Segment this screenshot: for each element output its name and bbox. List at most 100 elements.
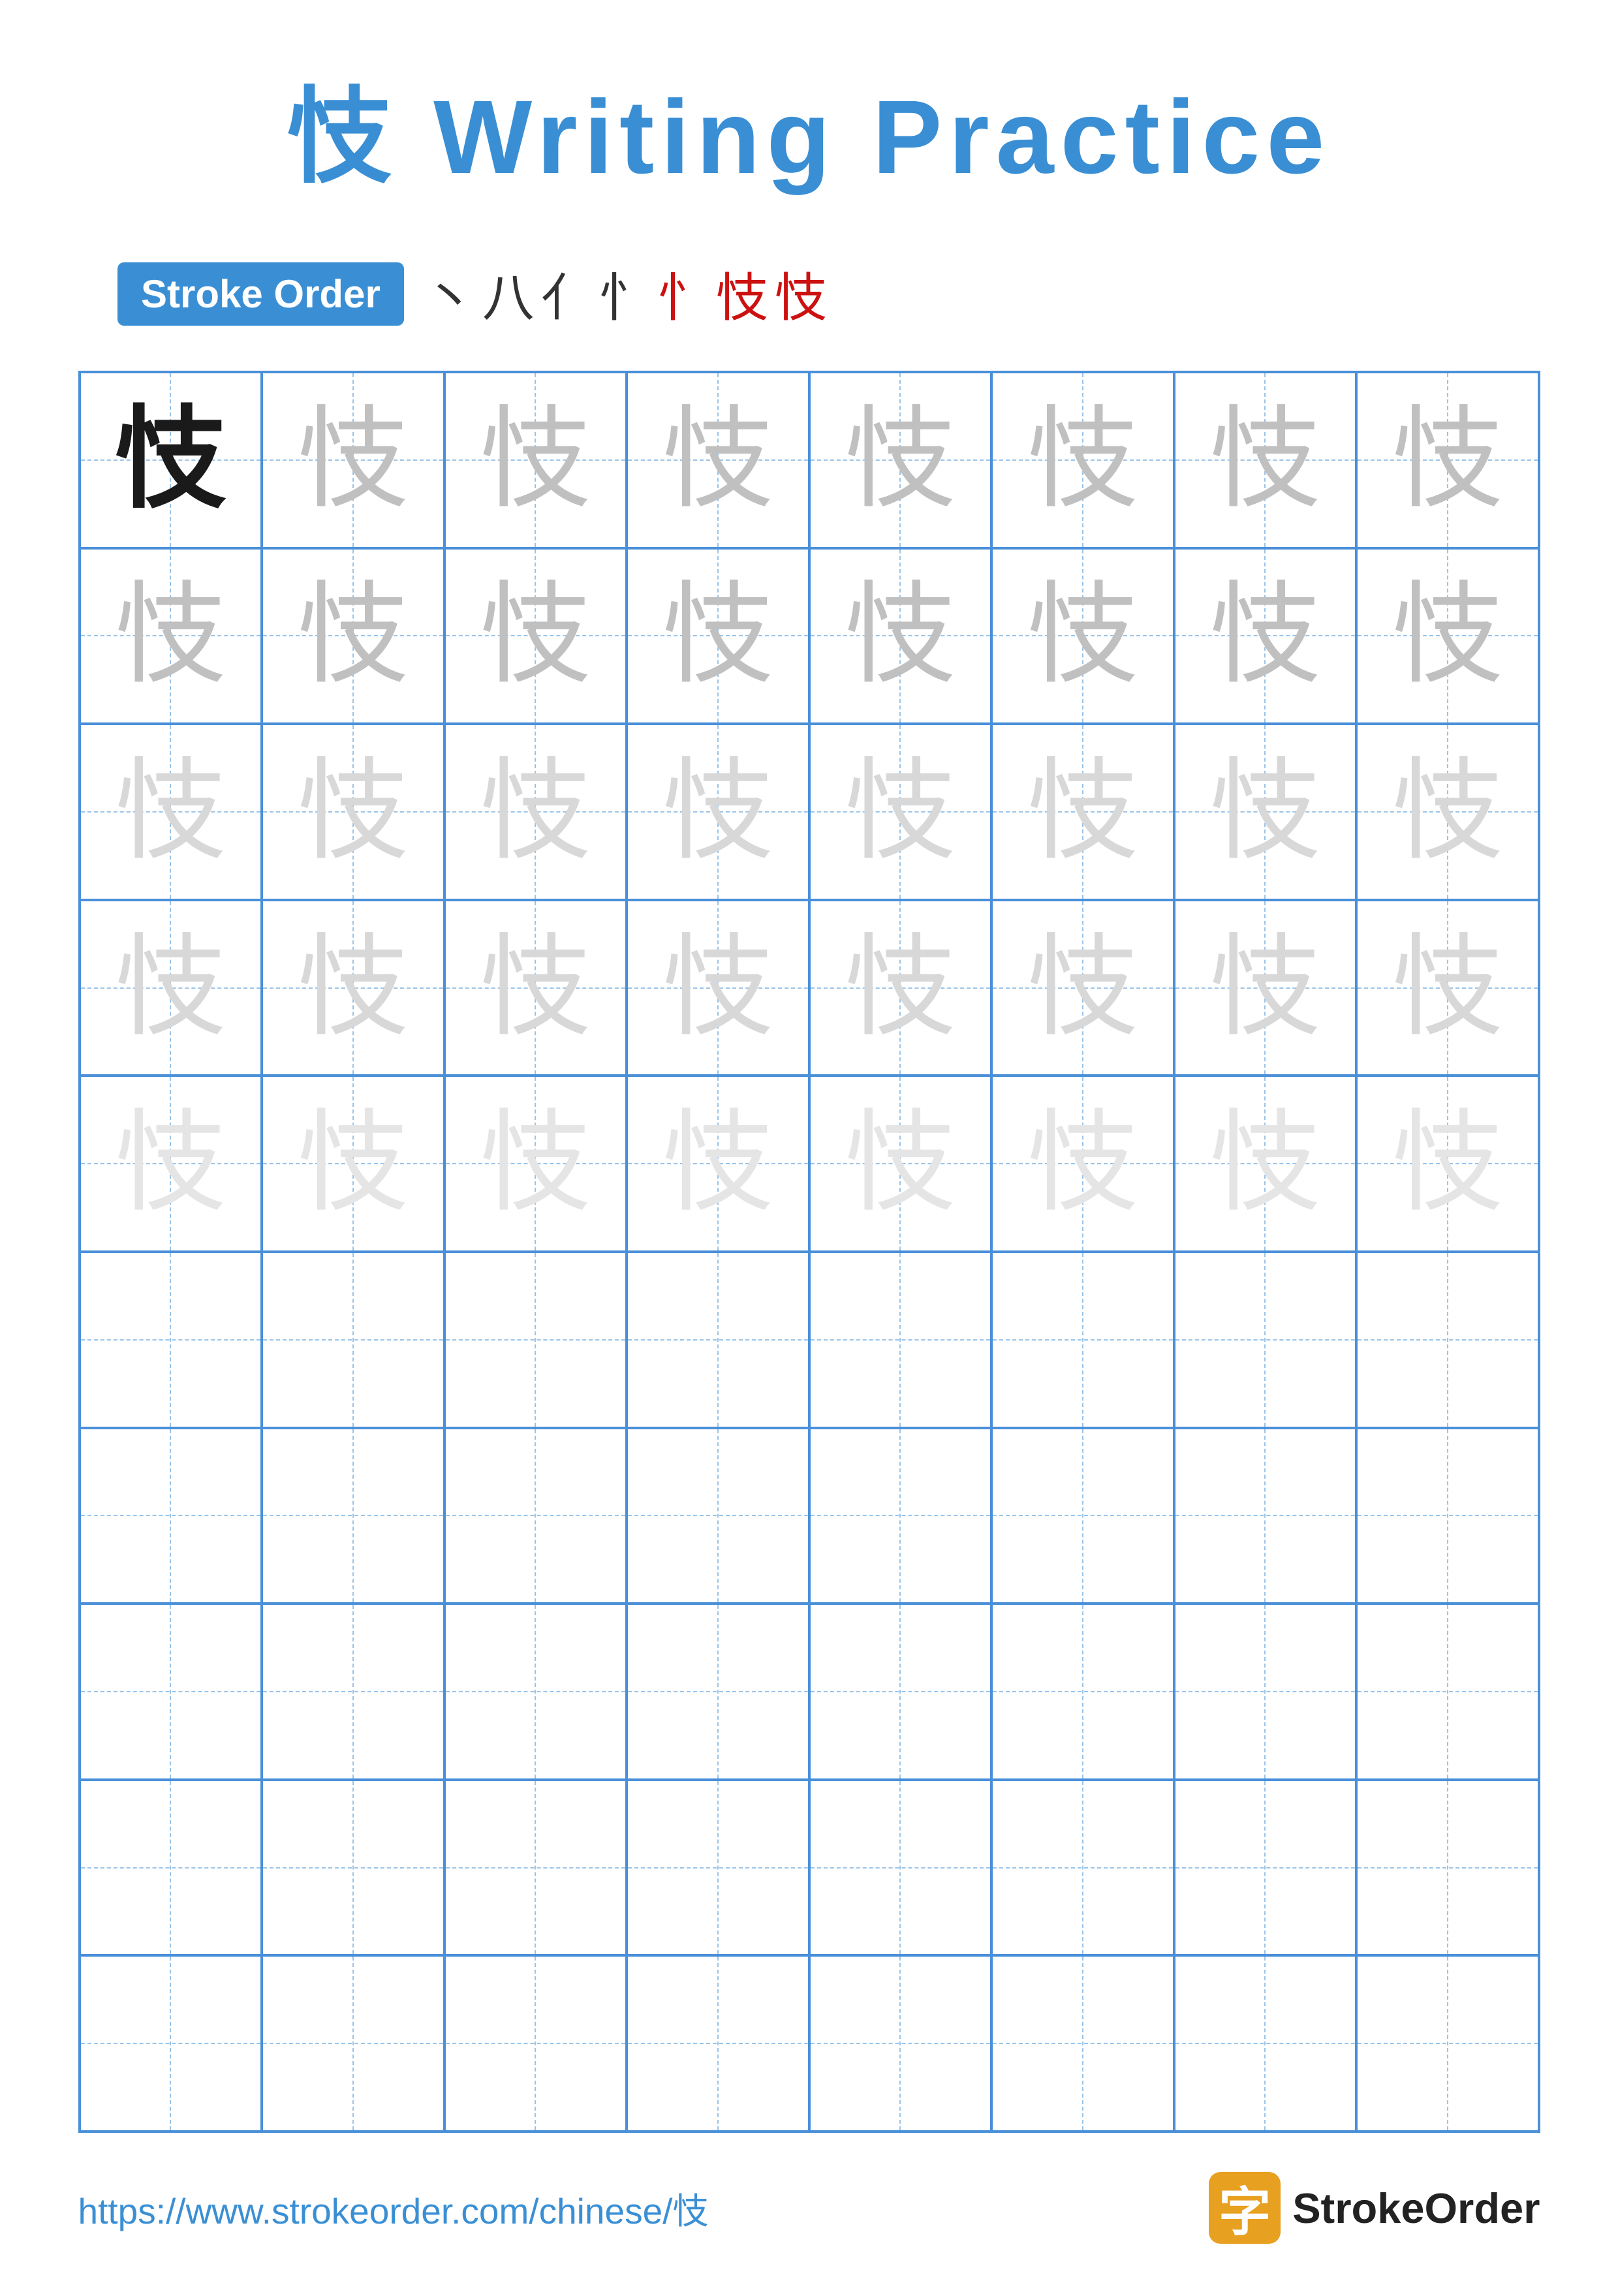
cell-character: 忮 [298, 933, 409, 1044]
cell-character: 忮 [115, 1108, 226, 1219]
grid-cell[interactable] [1356, 1428, 1539, 1604]
grid-cell[interactable] [444, 1428, 627, 1604]
grid-cell[interactable] [1174, 1780, 1357, 1956]
grid-cell[interactable] [1174, 1955, 1357, 2132]
cell-character: 忮 [115, 580, 226, 691]
cell-character: 忮 [1209, 405, 1320, 516]
grid-cell: 忮 [809, 1076, 992, 1252]
cell-character: 忮 [480, 1108, 591, 1219]
cell-character: 忮 [115, 405, 226, 516]
cell-character: 忮 [662, 756, 773, 867]
grid-cell: 忮 [262, 724, 444, 900]
cell-character: 忮 [662, 580, 773, 691]
grid-cell[interactable] [262, 1955, 444, 2132]
cell-character: 忮 [1392, 933, 1503, 1044]
grid-cell: 忮 [809, 372, 992, 548]
grid-cell[interactable] [444, 1780, 627, 1956]
cell-character: 忮 [115, 756, 226, 867]
grid-cell: 忮 [1356, 900, 1539, 1076]
cell-character: 忮 [1392, 580, 1503, 691]
grid-cell: 忮 [80, 372, 262, 548]
grid-cell[interactable] [444, 1955, 627, 2132]
grid-cell: 忮 [1174, 1076, 1357, 1252]
practice-grid: 忮忮忮忮忮忮忮忮忮忮忮忮忮忮忮忮忮忮忮忮忮忮忮忮忮忮忮忮忮忮忮忮忮忮忮忮忮忮忮忮 [78, 371, 1540, 2133]
grid-cell[interactable] [80, 1955, 262, 2132]
grid-cell[interactable] [809, 1252, 992, 1428]
grid-cell[interactable] [991, 1955, 1174, 2132]
grid-cell: 忮 [809, 900, 992, 1076]
grid-cell[interactable] [1356, 1780, 1539, 1956]
cell-character: 忮 [480, 580, 591, 691]
grid-cell[interactable] [809, 1955, 992, 2132]
cell-character: 忮 [298, 756, 409, 867]
grid-cell: 忮 [444, 724, 627, 900]
grid-cell[interactable] [262, 1252, 444, 1428]
stroke-5: 忄 [657, 256, 709, 332]
cell-character: 忮 [115, 933, 226, 1044]
cell-character: 忮 [845, 405, 956, 516]
logo-text: StrokeOrder [1292, 2184, 1540, 2233]
grid-cell[interactable] [1174, 1428, 1357, 1604]
stroke-sequence: 丶 八 亻 忄 忄 忮 忮 [424, 256, 827, 332]
cell-character: 忮 [480, 933, 591, 1044]
grid-cell: 忮 [991, 548, 1174, 724]
grid-cell: 忮 [262, 548, 444, 724]
grid-cell[interactable] [809, 1604, 992, 1780]
grid-cell: 忮 [991, 724, 1174, 900]
cell-character: 忮 [298, 580, 409, 691]
grid-cell[interactable] [1356, 1604, 1539, 1780]
grid-cell[interactable] [1174, 1604, 1357, 1780]
grid-cell[interactable] [991, 1780, 1174, 1956]
grid-cell[interactable] [1174, 1252, 1357, 1428]
stroke-2: 八 [482, 256, 535, 332]
grid-cell: 忮 [80, 724, 262, 900]
cell-character: 忮 [1027, 405, 1138, 516]
cell-character: 忮 [662, 1108, 773, 1219]
grid-cell[interactable] [80, 1428, 262, 1604]
cell-character: 忮 [845, 580, 956, 691]
grid-cell[interactable] [1356, 1955, 1539, 2132]
grid-cell[interactable] [809, 1428, 992, 1604]
grid-cell[interactable] [627, 1955, 809, 2132]
footer-url[interactable]: https://www.strokeorder.com/chinese/忮 [78, 2182, 709, 2234]
stroke-order-badge: Stroke Order [117, 262, 404, 326]
grid-cell[interactable] [627, 1780, 809, 1956]
grid-cell[interactable] [80, 1780, 262, 1956]
cell-character: 忮 [480, 756, 591, 867]
grid-cell[interactable] [991, 1428, 1174, 1604]
grid-cell[interactable] [444, 1604, 627, 1780]
grid-cell[interactable] [991, 1604, 1174, 1780]
grid-cell[interactable] [809, 1780, 992, 1956]
grid-cell[interactable] [444, 1252, 627, 1428]
cell-character: 忮 [1392, 1108, 1503, 1219]
grid-cell[interactable] [262, 1604, 444, 1780]
stroke-6: 忮 [716, 256, 768, 332]
grid-cell: 忮 [1174, 900, 1357, 1076]
cell-character: 忮 [298, 405, 409, 516]
grid-cell: 忮 [1356, 548, 1539, 724]
grid-cell: 忮 [627, 1076, 809, 1252]
logo-icon: 字 [1209, 2172, 1281, 2244]
grid-cell: 忮 [627, 548, 809, 724]
grid-cell: 忮 [1174, 548, 1357, 724]
cell-character: 忮 [1209, 1108, 1320, 1219]
grid-cell[interactable] [627, 1604, 809, 1780]
grid-cell[interactable] [80, 1604, 262, 1780]
grid-cell: 忮 [809, 724, 992, 900]
grid-cell[interactable] [80, 1252, 262, 1428]
cell-character: 忮 [662, 405, 773, 516]
grid-cell: 忮 [444, 900, 627, 1076]
cell-character: 忮 [480, 405, 591, 516]
footer: https://www.strokeorder.com/chinese/忮 字 … [78, 2172, 1540, 2244]
grid-cell[interactable] [1356, 1252, 1539, 1428]
grid-cell[interactable] [627, 1428, 809, 1604]
cell-character: 忮 [662, 933, 773, 1044]
stroke-order-row: Stroke Order 丶 八 亻 忄 忄 忮 忮 [117, 256, 827, 332]
cell-character: 忮 [1027, 756, 1138, 867]
cell-character: 忮 [298, 1108, 409, 1219]
grid-cell[interactable] [262, 1428, 444, 1604]
grid-cell[interactable] [627, 1252, 809, 1428]
cell-character: 忮 [845, 756, 956, 867]
grid-cell[interactable] [991, 1252, 1174, 1428]
grid-cell[interactable] [262, 1780, 444, 1956]
